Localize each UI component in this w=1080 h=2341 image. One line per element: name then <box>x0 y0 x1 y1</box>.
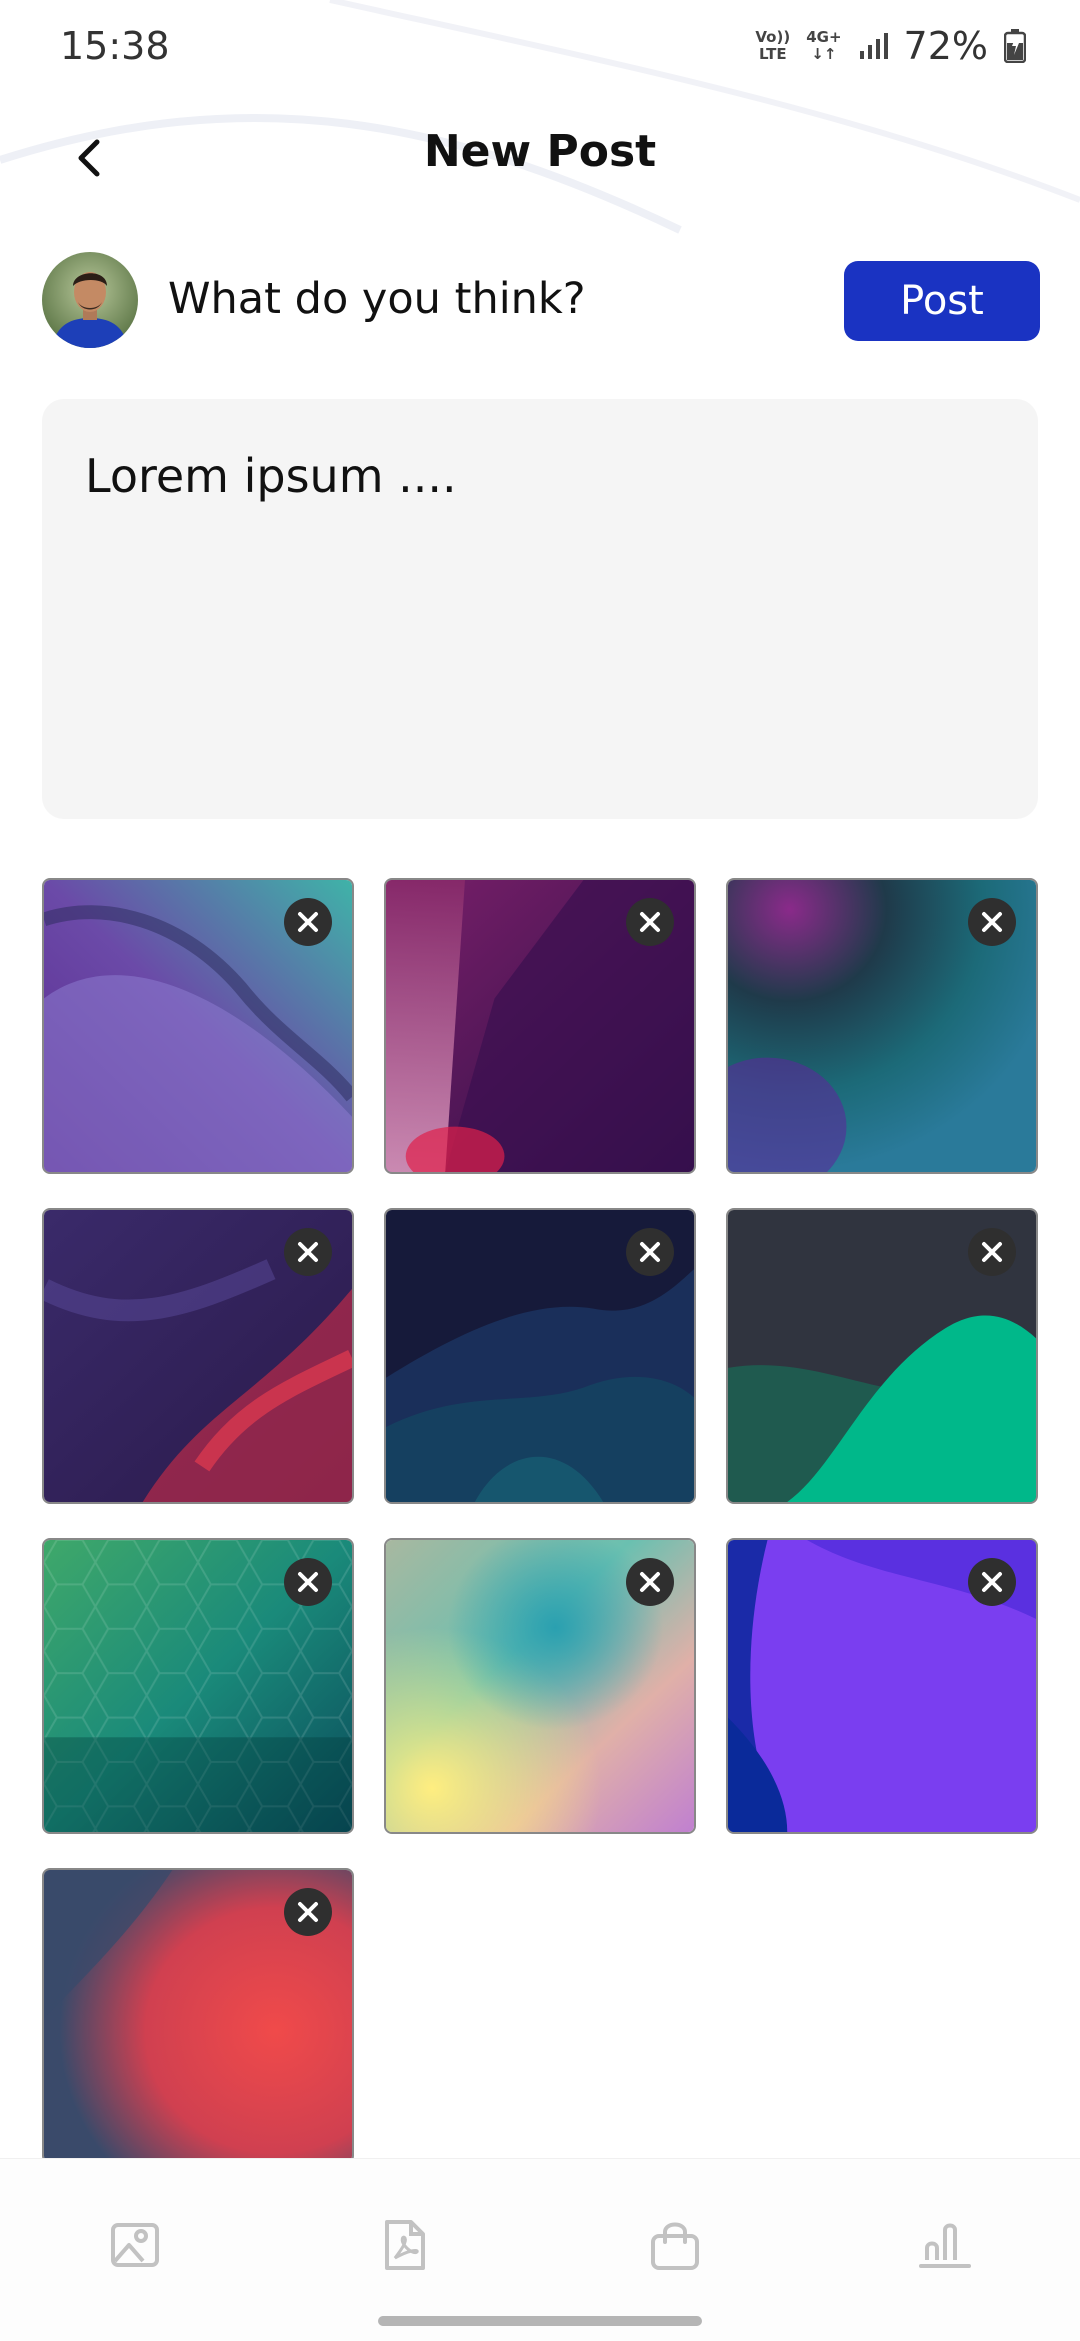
header: New Post <box>0 100 1080 210</box>
remove-image-button[interactable] <box>968 1228 1016 1276</box>
remove-image-button[interactable] <box>626 1228 674 1276</box>
shopping-bag-icon <box>651 2222 699 2270</box>
remove-image-button[interactable] <box>968 898 1016 946</box>
attachment-thumbnail[interactable] <box>42 1868 354 2164</box>
volte-top: Vo)) <box>755 28 791 46</box>
attachment-thumbnail[interactable] <box>42 1538 354 1834</box>
remove-image-button[interactable] <box>626 1558 674 1606</box>
close-icon <box>640 1242 660 1262</box>
attachment-thumbnail[interactable] <box>726 878 1038 1174</box>
composer-prompt: What do you think? <box>168 274 586 324</box>
close-icon <box>982 1572 1002 1592</box>
attachment-thumbnail[interactable] <box>384 878 696 1174</box>
network-top: 4G+ <box>806 28 842 46</box>
signal-icon <box>859 33 888 59</box>
add-pdf-button[interactable] <box>365 2205 445 2285</box>
remove-image-button[interactable] <box>284 1228 332 1276</box>
attachment-thumbnail[interactable] <box>726 1538 1038 1834</box>
close-icon <box>982 1242 1002 1262</box>
network-bottom: ↓↑ <box>811 45 837 63</box>
chart-icon <box>919 2223 971 2268</box>
add-poll-button[interactable] <box>905 2205 985 2285</box>
close-icon <box>640 912 660 932</box>
remove-image-button[interactable] <box>968 1558 1016 1606</box>
post-button[interactable]: Post <box>844 261 1040 341</box>
post-text: Lorem ipsum .... <box>85 449 457 503</box>
status-bar: 15:38 Vo)) LTE 4G+ ↓↑ 72% <box>0 0 1080 100</box>
close-icon <box>298 1902 318 1922</box>
avatar <box>42 252 138 348</box>
add-product-button[interactable] <box>635 2205 715 2285</box>
remove-image-button[interactable] <box>626 898 674 946</box>
close-icon <box>298 912 318 932</box>
remove-image-button[interactable] <box>284 1558 332 1606</box>
attachment-thumbnail[interactable] <box>384 1208 696 1504</box>
page-title: New Post <box>423 126 657 177</box>
status-time: 15:38 <box>60 24 170 68</box>
battery-icon <box>1004 29 1026 63</box>
image-icon <box>111 2223 159 2267</box>
remove-image-button[interactable] <box>284 1888 332 1936</box>
attachment-thumbnail[interactable] <box>384 1538 696 1834</box>
attachments-grid <box>42 878 1038 2164</box>
post-text-area[interactable]: Lorem ipsum .... <box>42 399 1038 819</box>
close-icon <box>982 912 1002 932</box>
volte-bottom: LTE <box>759 45 787 63</box>
status-icons: Vo)) LTE 4G+ ↓↑ 72% <box>755 24 1026 68</box>
home-indicator[interactable] <box>378 2316 702 2326</box>
network-indicator: 4G+ ↓↑ <box>806 29 841 63</box>
bottom-toolbar <box>0 2158 1080 2341</box>
close-icon <box>640 1572 660 1592</box>
remove-image-button[interactable] <box>284 898 332 946</box>
close-icon <box>298 1242 318 1262</box>
attachment-thumbnail[interactable] <box>726 1208 1038 1504</box>
battery-percent: 72% <box>903 24 988 68</box>
close-icon <box>298 1572 318 1592</box>
pdf-icon <box>385 2220 425 2270</box>
attachment-thumbnail[interactable] <box>42 878 354 1174</box>
attachment-thumbnail[interactable] <box>42 1208 354 1504</box>
volte-indicator: Vo)) LTE <box>755 29 790 63</box>
add-image-button[interactable] <box>95 2205 175 2285</box>
